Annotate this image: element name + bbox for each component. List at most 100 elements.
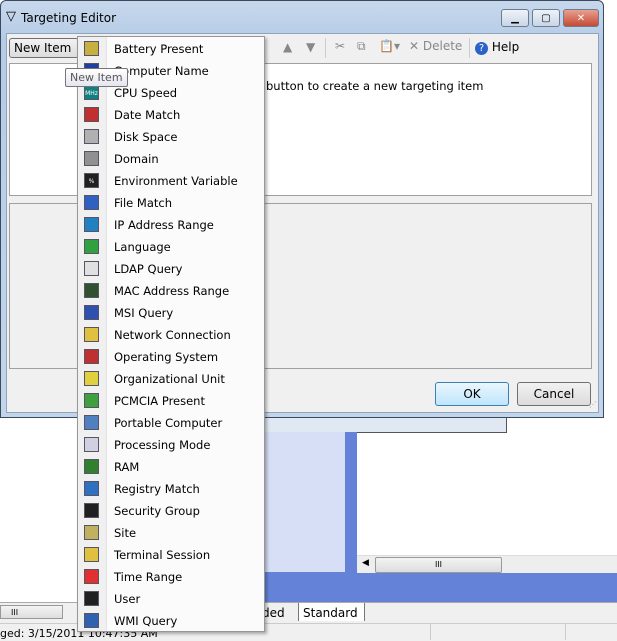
- menu-item[interactable]: Network Connection: [80, 324, 264, 346]
- menu-item[interactable]: WMI Query: [80, 610, 264, 632]
- network-connection-icon: [84, 327, 99, 342]
- menu-item[interactable]: RAM: [80, 456, 264, 478]
- terminal-session-icon: [84, 547, 99, 562]
- pcmcia-icon: [84, 393, 99, 408]
- security-group-icon: [84, 503, 99, 518]
- globe-icon: [84, 239, 99, 254]
- window-title: Targeting Editor: [21, 11, 117, 25]
- menu-item[interactable]: Registry Match: [80, 478, 264, 500]
- close-button[interactable]: ✕: [563, 9, 599, 27]
- help-button[interactable]: ? Help: [475, 40, 519, 55]
- menu-item[interactable]: LDAP Query: [80, 258, 264, 280]
- cpu-icon: MHz: [84, 85, 99, 100]
- new-item-label: New Item: [14, 41, 72, 55]
- minimize-button[interactable]: ▁: [501, 9, 529, 27]
- move-up-icon[interactable]: ▲: [283, 40, 292, 54]
- wmi-icon: [84, 613, 99, 628]
- site-icon: [84, 525, 99, 540]
- file-icon: [84, 195, 99, 210]
- background-splitter: [345, 432, 357, 572]
- menu-item-label: Disk Space: [114, 130, 178, 144]
- menu-item[interactable]: % Environment Variable: [80, 170, 264, 192]
- menu-item-label: WMI Query: [114, 614, 178, 628]
- menu-item[interactable]: MAC Address Range: [80, 280, 264, 302]
- menu-item[interactable]: Processing Mode: [80, 434, 264, 456]
- menu-item[interactable]: Terminal Session: [80, 544, 264, 566]
- menu-item[interactable]: Site: [80, 522, 264, 544]
- menu-item[interactable]: Operating System: [80, 346, 264, 368]
- delete-button[interactable]: ✕ Delete: [409, 39, 462, 53]
- menu-item[interactable]: Disk Space: [80, 126, 264, 148]
- menu-item-label: Security Group: [114, 504, 200, 518]
- move-down-icon[interactable]: ▼: [306, 40, 315, 54]
- menu-item-label: User: [114, 592, 141, 606]
- scroll-left-arrow[interactable]: ◀: [362, 558, 369, 568]
- menu-item-label: Date Match: [114, 108, 181, 122]
- status-divider: [430, 624, 431, 640]
- scroll-thumb[interactable]: III: [375, 557, 502, 573]
- tab-standard[interactable]: Standard: [298, 603, 365, 621]
- help-label: Help: [491, 40, 520, 54]
- new-item-menu: Battery Present Computer Name MHz CPU Speed…: [77, 36, 265, 632]
- battery-icon: [84, 41, 99, 56]
- menu-item[interactable]: Portable Computer: [80, 412, 264, 434]
- cancel-button[interactable]: Cancel: [517, 382, 591, 406]
- menu-item[interactable]: Security Group: [80, 500, 264, 522]
- maximize-button[interactable]: ▢: [532, 9, 560, 27]
- tab-partial[interactable]: ded: [262, 606, 285, 620]
- menu-item[interactable]: IP Address Range: [80, 214, 264, 236]
- ok-button[interactable]: OK: [435, 382, 509, 406]
- menu-item-label: LDAP Query: [114, 262, 183, 276]
- menu-item-label: IP Address Range: [114, 218, 214, 232]
- network-card-icon: [84, 283, 99, 298]
- menu-item[interactable]: Domain: [80, 148, 264, 170]
- background-window-edge: [260, 418, 507, 433]
- menu-item-label: Terminal Session: [114, 548, 211, 562]
- new-item-button[interactable]: New Item ▼: [9, 38, 79, 72]
- domain-icon: [84, 151, 99, 166]
- menu-item-label: MAC Address Range: [114, 284, 230, 298]
- menu-item[interactable]: Language: [80, 236, 264, 258]
- menu-item-label: Time Range: [114, 570, 183, 584]
- registry-icon: [84, 481, 99, 496]
- menu-item-label: Battery Present: [114, 42, 204, 56]
- menu-item[interactable]: Time Range: [80, 566, 264, 588]
- menu-item[interactable]: Date Match: [80, 104, 264, 126]
- processing-mode-icon: [84, 437, 99, 452]
- menu-item-label: MSI Query: [114, 306, 174, 320]
- tooltip: New Item: [65, 68, 128, 87]
- menu-item[interactable]: MSI Query: [80, 302, 264, 324]
- menu-item[interactable]: Battery Present: [80, 38, 264, 60]
- menu-item[interactable]: Organizational Unit: [80, 368, 264, 390]
- menu-item-label: CPU Speed: [114, 86, 178, 100]
- copy-icon[interactable]: ⧉: [357, 39, 366, 54]
- menu-item-label: Operating System: [114, 350, 219, 364]
- menu-item-label: PCMCIA Present: [114, 394, 205, 408]
- menu-item-label: RAM: [114, 460, 140, 474]
- clock-icon: [84, 569, 99, 584]
- menu-item[interactable]: PCMCIA Present: [80, 390, 264, 412]
- menu-item-label: Processing Mode: [114, 438, 211, 452]
- help-icon: ?: [475, 42, 488, 55]
- menu-item-label: Language: [114, 240, 171, 254]
- menu-item-label: Domain: [114, 152, 159, 166]
- horizontal-scrollbar[interactable]: ◀ III: [357, 555, 617, 573]
- paste-icon[interactable]: 📋▾: [379, 39, 400, 53]
- delete-label: Delete: [422, 39, 463, 53]
- menu-item-label: Registry Match: [114, 482, 200, 496]
- menu-item-label: Computer Name: [114, 64, 209, 78]
- msi-icon: [84, 305, 99, 320]
- menu-item[interactable]: User: [80, 588, 264, 610]
- menu-item[interactable]: File Match: [80, 192, 264, 214]
- network-icon: [84, 217, 99, 232]
- cut-icon[interactable]: ✂: [335, 39, 345, 53]
- env-variable-icon: %: [84, 173, 99, 188]
- calendar-icon: [84, 107, 99, 122]
- menu-item-label: Portable Computer: [114, 416, 223, 430]
- ldap-icon: [84, 261, 99, 276]
- toolbar-divider: [469, 38, 470, 58]
- disk-icon: [84, 129, 99, 144]
- resize-grip[interactable]: ⋰: [589, 400, 597, 409]
- left-scroll-thumb[interactable]: III: [0, 605, 63, 619]
- menu-item-label: Organizational Unit: [114, 372, 225, 386]
